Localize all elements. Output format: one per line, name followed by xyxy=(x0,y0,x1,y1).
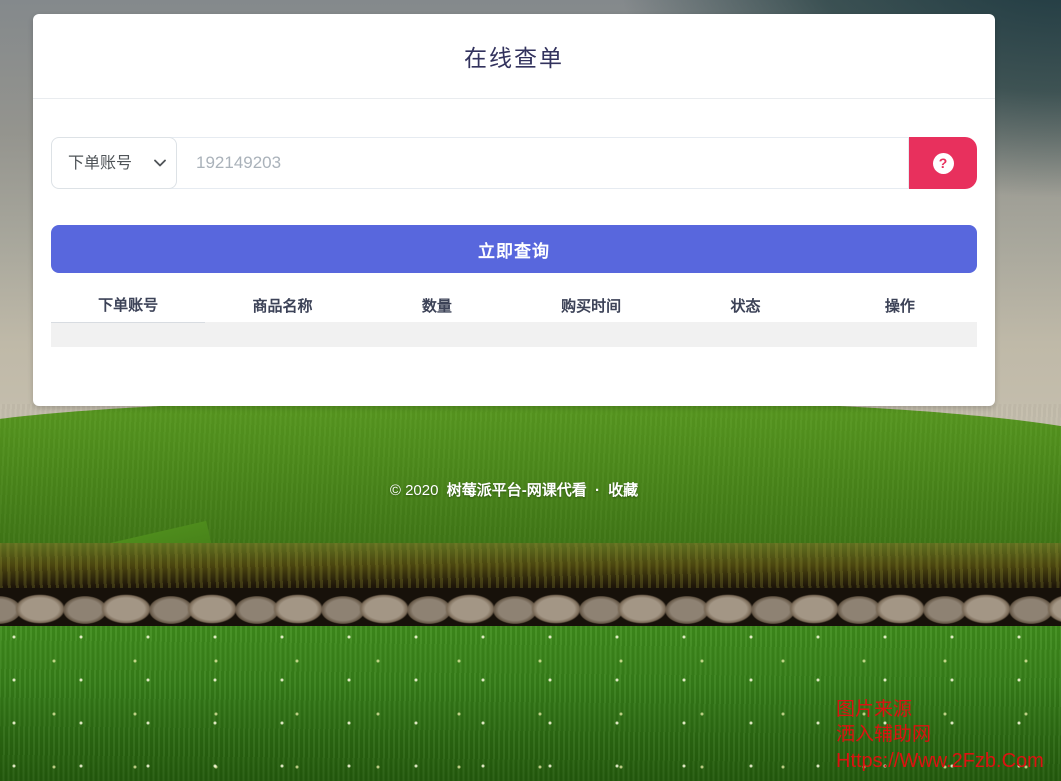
order-account-input[interactable] xyxy=(169,137,909,189)
column-header-product: 商品名称 xyxy=(205,288,359,322)
watermark-line-url: Https://Www.2Fzb.Com xyxy=(836,749,1044,774)
query-submit-button[interactable]: 立即查询 xyxy=(51,225,977,273)
column-header-action: 操作 xyxy=(823,288,977,322)
footer: © 2020 树莓派平台-网课代看 · 收藏 xyxy=(33,479,995,500)
watermark-line-source: 图片来源 xyxy=(836,697,1044,722)
field-select-wrapper: 下单账号 xyxy=(51,137,177,189)
mound-overhang-band xyxy=(0,543,1061,593)
site-link[interactable]: 树莓派平台-网课代看 xyxy=(447,482,587,499)
query-input-group: 下单账号 ? xyxy=(51,137,977,189)
column-header-account: 下单账号 xyxy=(51,288,205,322)
orders-table-header-row: 下单账号 商品名称 数量 购买时间 状态 操作 xyxy=(51,288,977,322)
empty-striped-row xyxy=(51,322,977,347)
empty-row-cell xyxy=(51,322,977,347)
card-header: 在线查单 xyxy=(33,14,995,99)
question-circle-icon: ? xyxy=(933,153,954,174)
account-type-select[interactable]: 下单账号 xyxy=(51,137,177,189)
copyright-text: © 2020 xyxy=(390,482,439,499)
stone-wall xyxy=(0,588,1061,630)
watermark-line-sitename: 洒入辅助网 xyxy=(836,722,1044,747)
column-header-purchase-time: 购买时间 xyxy=(514,288,668,322)
column-header-status: 状态 xyxy=(668,288,822,322)
watermark: 图片来源 洒入辅助网 Https://Www.2Fzb.Com xyxy=(836,697,1044,774)
help-button[interactable]: ? xyxy=(909,137,977,189)
orders-table: 下单账号 商品名称 数量 购买时间 状态 操作 xyxy=(51,288,977,347)
column-header-quantity: 数量 xyxy=(360,288,514,322)
card-body: 下单账号 ? 立即查询 下单账号 商品名称 数量 购买时间 状态 操 xyxy=(33,99,995,347)
footer-separator: · xyxy=(591,482,604,499)
favorite-link[interactable]: 收藏 xyxy=(608,482,638,499)
query-card: 在线查单 下单账号 ? 立即查询 下单账号 商品名称 xyxy=(33,14,995,406)
page-title: 在线查单 xyxy=(464,39,564,73)
